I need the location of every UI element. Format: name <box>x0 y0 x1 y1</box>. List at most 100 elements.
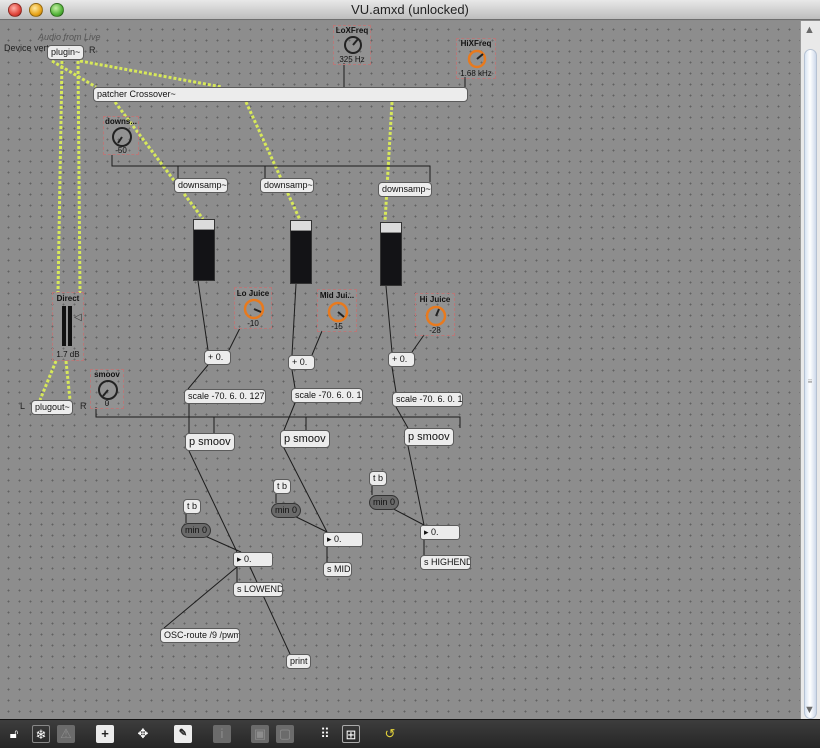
direct-gain[interactable]: Direct ◁ 1.7 dB <box>52 292 84 361</box>
audio-from-live-comment: Audio from Live <box>38 32 101 42</box>
inspector-icon[interactable]: ✎ <box>174 725 192 743</box>
presentation-icon[interactable]: ❄ <box>32 725 50 743</box>
mid-meter <box>290 220 312 284</box>
patcher-crossover-object[interactable]: patcher Crossover~ <box>93 87 468 102</box>
send-highend-object[interactable]: s HIGHEND <box>420 555 471 570</box>
hixfreq-knob-icon <box>467 49 487 69</box>
loxfreq-label: LoXFreq <box>335 26 369 35</box>
patch-cord[interactable] <box>56 60 64 294</box>
patch-cord[interactable] <box>291 369 296 389</box>
scroll-up-arrow-icon[interactable]: ▲ <box>804 24 815 36</box>
warning-icon[interactable]: ⚠ <box>57 725 75 743</box>
patch-cord[interactable] <box>197 280 209 351</box>
min0-mid-message[interactable]: min 0 <box>271 503 301 518</box>
patch-cord[interactable] <box>385 285 393 353</box>
flonum-lo[interactable]: ▸ 0. <box>233 552 273 567</box>
downsample-value: -50 <box>115 146 127 155</box>
downsample-dial[interactable]: downs... -50 <box>103 116 139 155</box>
loxfreq-dial[interactable]: LoXFreq 325 Hz <box>333 25 371 65</box>
scale-hi-object[interactable]: scale -70. 6. 0. 1. <box>392 392 463 407</box>
send-lowend-object[interactable]: s LOWEND <box>233 582 283 597</box>
patch-cord[interactable] <box>51 59 97 89</box>
p-smoov-mid-object[interactable]: p smoov <box>280 430 330 448</box>
flonum-mid[interactable]: ▸ 0. <box>323 532 363 547</box>
lock-icon[interactable]: 🔓︎ <box>5 725 23 743</box>
flonum-lo-value: 0. <box>244 554 252 564</box>
patch-cord[interactable] <box>38 360 58 401</box>
patch-cord[interactable] <box>163 566 238 629</box>
flonum-hi[interactable]: ▸ 0. <box>420 525 460 540</box>
grid-icon[interactable]: ⠿ <box>316 725 334 743</box>
vertical-scrollbar[interactable]: ▲ ≡ ▼ <box>800 21 820 719</box>
patch-cord[interactable] <box>311 330 323 356</box>
tb-lo-object[interactable]: t b <box>183 499 201 514</box>
patch-cord[interactable] <box>249 566 291 655</box>
plus-mid-object[interactable]: + 0. <box>288 355 315 370</box>
patch-cord[interactable] <box>95 407 461 428</box>
patch-cord[interactable] <box>228 327 241 351</box>
hi-juice-dial[interactable]: Hi Juice -28 <box>415 293 455 336</box>
title-bar[interactable]: VU.amxd (unlocked) <box>0 0 820 20</box>
scrollbar-grip-icon[interactable]: ≡ <box>804 377 816 386</box>
plugout-r-badge: R <box>80 401 87 411</box>
hixfreq-dial[interactable]: HiXFreq 1.68 kHz <box>456 38 496 79</box>
smoov-label: smoov <box>94 370 120 379</box>
min0-hi-message[interactable]: min 0 <box>369 495 399 510</box>
smoov-dial[interactable]: smoov 0 <box>90 369 124 409</box>
downsamp-hi-object[interactable]: downsamp~ <box>378 182 432 197</box>
plus-lo-object[interactable]: + 0. <box>204 350 231 365</box>
patch-cord[interactable] <box>407 445 425 526</box>
plugin-r-badge: R <box>89 45 96 55</box>
device-vert-comment: Device vert <box>4 43 50 53</box>
downsamp-mid-object[interactable]: downsamp~ <box>260 178 314 193</box>
hi-juice-label: Hi Juice <box>419 295 451 304</box>
info-icon[interactable]: i <box>213 725 231 743</box>
print-object[interactable]: print <box>286 654 311 669</box>
snap-icon[interactable]: ⊞ <box>342 725 360 743</box>
patcher-canvas[interactable]: Audio from Live Device vert plugin~ R pa… <box>0 21 800 719</box>
hi-juice-knob-icon <box>425 305 447 327</box>
send-mid-object[interactable]: s MID <box>323 562 352 577</box>
tb-mid-object[interactable]: t b <box>273 479 291 494</box>
scroll-down-arrow-icon[interactable]: ▼ <box>804 704 815 716</box>
direct-value: 1.7 dB <box>56 350 80 359</box>
patch-cord[interactable] <box>291 283 297 356</box>
patch-cord[interactable] <box>64 360 72 401</box>
patch-cord[interactable] <box>391 366 397 393</box>
window-title: VU.amxd (unlocked) <box>351 2 469 17</box>
hi-juice-value: -28 <box>429 326 441 335</box>
mid-juice-value: -15 <box>331 322 343 331</box>
move-icon[interactable]: ✥ <box>134 725 152 743</box>
mid-juice-label: Mid Jui... <box>319 291 355 300</box>
direct-label: Direct <box>56 294 80 303</box>
patch-cord[interactable] <box>411 334 425 353</box>
osc-route-object[interactable]: OSC-route /9 /pwm <box>160 628 240 643</box>
front-icon[interactable]: ▣ <box>251 725 269 743</box>
plugout-object[interactable]: plugout~ <box>31 400 73 415</box>
patch-cord[interactable] <box>383 101 394 223</box>
downsamp-lo-object[interactable]: downsamp~ <box>174 178 228 193</box>
lo-meter <box>193 219 215 281</box>
tb-hi-object[interactable]: t b <box>369 471 387 486</box>
p-smoov-lo-object[interactable]: p smoov <box>185 433 235 451</box>
min0-lo-message[interactable]: min 0 <box>181 523 211 538</box>
lo-juice-value: -10 <box>247 319 259 328</box>
plugin-object[interactable]: plugin~ <box>47 45 84 60</box>
mid-juice-knob-icon <box>327 301 349 323</box>
p-smoov-hi-object[interactable]: p smoov <box>404 428 454 446</box>
back-icon[interactable]: ▢ <box>276 725 294 743</box>
debug-icon[interactable]: ↺ <box>381 725 399 743</box>
patch-cord[interactable] <box>244 101 302 221</box>
plus-hi-object[interactable]: + 0. <box>388 352 415 367</box>
mid-juice-dial[interactable]: Mid Jui... -15 <box>317 289 357 332</box>
patch-cord[interactable] <box>76 60 82 294</box>
patch-cord[interactable] <box>187 364 209 390</box>
scale-mid-object[interactable]: scale -70. 6. 0. 1. <box>291 388 363 403</box>
patch-cord[interactable] <box>79 59 223 89</box>
max-window: VU.amxd (unlocked) Audio from Live Devic… <box>0 0 820 748</box>
lo-juice-dial[interactable]: Lo Juice -10 <box>234 287 272 329</box>
hi-meter <box>380 222 402 286</box>
scale-lo-object[interactable]: scale -70. 6. 0. 127. <box>184 389 266 404</box>
new-object-icon[interactable]: + <box>96 725 114 743</box>
patcher-toolbar: 🔓︎ ❄ ⚠ + ✥ ✎ i ▣ ▢ ⠿ ⊞ ↺ <box>0 719 820 748</box>
